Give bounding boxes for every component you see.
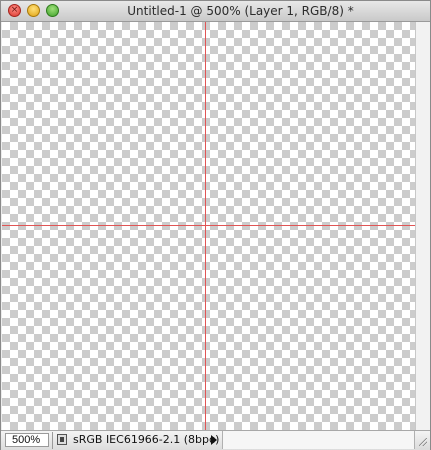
zoom-icon	[47, 5, 58, 16]
vertical-guide[interactable]	[205, 22, 206, 430]
info-menu-arrow-icon[interactable]	[211, 435, 217, 445]
horizontal-scrollbar[interactable]	[222, 431, 414, 449]
minimize-icon	[28, 5, 39, 16]
zoom-button[interactable]	[46, 4, 59, 17]
close-button[interactable]: ×	[8, 4, 21, 17]
status-bar: sRGB IEC61966-2.1 (8bpc)	[1, 430, 430, 450]
minimize-button[interactable]	[27, 4, 40, 17]
status-divider	[52, 432, 53, 449]
document-info-icon[interactable]	[57, 434, 67, 445]
document-profile-info: sRGB IEC61966-2.1 (8bpc)	[73, 433, 220, 446]
window-title: Untitled-1 @ 500% (Layer 1, RGB/8) *	[127, 4, 354, 18]
document-canvas[interactable]	[2, 22, 415, 430]
resize-grip-icon[interactable]	[414, 431, 430, 449]
document-window: × Untitled-1 @ 500% (Layer 1, RGB/8) * s…	[0, 0, 431, 450]
horizontal-guide[interactable]	[2, 225, 415, 226]
zoom-level-field[interactable]	[5, 433, 49, 447]
vertical-scrollbar[interactable]	[415, 22, 430, 430]
title-bar[interactable]: × Untitled-1 @ 500% (Layer 1, RGB/8) *	[1, 1, 430, 22]
close-icon: ×	[10, 5, 19, 15]
